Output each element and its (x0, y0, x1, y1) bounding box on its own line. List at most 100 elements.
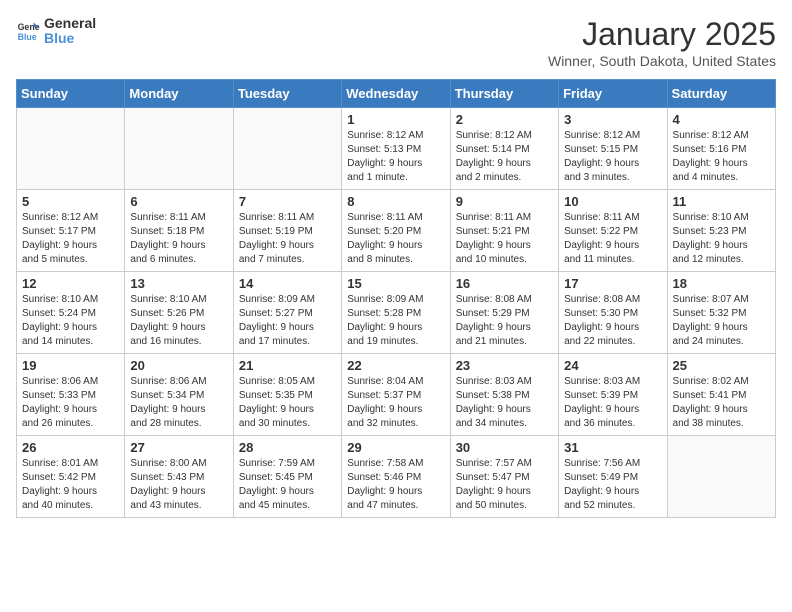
day-number: 7 (239, 194, 336, 209)
calendar-week-row: 12 Sunrise: 8:10 AM Sunset: 5:24 PM Dayli… (17, 272, 776, 354)
logo-blue: Blue (44, 31, 96, 46)
day-number: 28 (239, 440, 336, 455)
calendar-day-cell: 10Sunrise: 8:11 AM Sunset: 5:22 PM Dayli… (559, 190, 667, 272)
day-number: 14 (239, 276, 336, 291)
day-info: Sunrise: 8:08 AM Sunset: 5:30 PM Dayligh… (564, 293, 661, 349)
calendar-day-cell: 29Sunrise: 7:58 AM Sunset: 5:46 PM Dayli… (342, 436, 450, 518)
day-info: Sunrise: 8:11 AM Sunset: 5:18 PM Dayligh… (130, 211, 227, 267)
svg-text:Blue: Blue (18, 32, 37, 42)
day-info: Sunrise: 8:04 AM Sunset: 5:37 PM Dayligh… (347, 375, 444, 431)
day-info: Sunrise: 8:11 AM Sunset: 5:22 PM Dayligh… (564, 211, 661, 267)
weekday-header: Saturday (667, 80, 775, 108)
weekday-header-row: SundayMondayTuesdayWednesdayThursdayFrid… (17, 80, 776, 108)
day-number: 4 (673, 112, 770, 127)
weekday-header: Monday (125, 80, 233, 108)
calendar-day-cell: 11 Sunrise: 8:10 AM Sunset: 5:23 PM Dayli… (667, 190, 775, 272)
location: Winner, South Dakota, United States (548, 53, 776, 69)
calendar-day-cell (233, 108, 341, 190)
day-info: Sunrise: 8:01 AM Sunset: 5:42 PM Dayligh… (22, 457, 119, 513)
day-info: Sunrise: 8:11 AM Sunset: 5:21 PM Dayligh… (456, 211, 553, 267)
calendar-day-cell (17, 108, 125, 190)
weekday-header: Tuesday (233, 80, 341, 108)
day-info: Sunrise: 8:09 AM Sunset: 5:27 PM Dayligh… (239, 293, 336, 349)
page-header: General Blue General Blue January 2025 W… (16, 16, 776, 69)
calendar-day-cell: 3 Sunrise: 8:12 AM Sunset: 5:15 PM Daylig… (559, 108, 667, 190)
day-info: Sunrise: 8:11 AM Sunset: 5:19 PM Dayligh… (239, 211, 336, 267)
weekday-header: Thursday (450, 80, 558, 108)
day-info: Sunrise: 8:07 AM Sunset: 5:32 PM Dayligh… (673, 293, 770, 349)
calendar-day-cell: 9Sunrise: 8:11 AM Sunset: 5:21 PM Daylig… (450, 190, 558, 272)
calendar-day-cell: 21 Sunrise: 8:05 AM Sunset: 5:35 PM Dayli… (233, 354, 341, 436)
calendar-table: SundayMondayTuesdayWednesdayThursdayFrid… (16, 79, 776, 518)
calendar-day-cell: 19Sunrise: 8:06 AM Sunset: 5:33 PM Dayli… (17, 354, 125, 436)
day-info: Sunrise: 8:03 AM Sunset: 5:39 PM Dayligh… (564, 375, 661, 431)
calendar-week-row: 5 Sunrise: 8:12 AM Sunset: 5:17 PM Daylig… (17, 190, 776, 272)
calendar-day-cell: 27 Sunrise: 8:00 AM Sunset: 5:43 PM Dayli… (125, 436, 233, 518)
day-number: 25 (673, 358, 770, 373)
svg-text:General: General (18, 23, 40, 33)
logo: General Blue General Blue (16, 16, 96, 47)
logo-icon: General Blue (16, 19, 40, 43)
day-info: Sunrise: 8:05 AM Sunset: 5:35 PM Dayligh… (239, 375, 336, 431)
day-number: 29 (347, 440, 444, 455)
day-info: Sunrise: 8:00 AM Sunset: 5:43 PM Dayligh… (130, 457, 227, 513)
day-number: 20 (130, 358, 227, 373)
calendar-day-cell: 2 Sunrise: 8:12 AM Sunset: 5:14 PM Daylig… (450, 108, 558, 190)
day-number: 2 (456, 112, 553, 127)
day-info: Sunrise: 8:12 AM Sunset: 5:16 PM Dayligh… (673, 129, 770, 185)
calendar-day-cell: 30 Sunrise: 7:57 AM Sunset: 5:47 PM Dayli… (450, 436, 558, 518)
weekday-header: Wednesday (342, 80, 450, 108)
calendar-day-cell: 8Sunrise: 8:11 AM Sunset: 5:20 PM Daylig… (342, 190, 450, 272)
day-info: Sunrise: 7:57 AM Sunset: 5:47 PM Dayligh… (456, 457, 553, 513)
calendar-day-cell: 22Sunrise: 8:04 AM Sunset: 5:37 PM Dayli… (342, 354, 450, 436)
calendar-day-cell: 23 Sunrise: 8:03 AM Sunset: 5:38 PM Dayli… (450, 354, 558, 436)
weekday-header: Sunday (17, 80, 125, 108)
day-info: Sunrise: 8:12 AM Sunset: 5:17 PM Dayligh… (22, 211, 119, 267)
day-info: Sunrise: 8:08 AM Sunset: 5:29 PM Dayligh… (456, 293, 553, 349)
day-number: 3 (564, 112, 661, 127)
day-info: Sunrise: 7:59 AM Sunset: 5:45 PM Dayligh… (239, 457, 336, 513)
day-number: 18 (673, 276, 770, 291)
day-number: 30 (456, 440, 553, 455)
calendar-day-cell: 18 Sunrise: 8:07 AM Sunset: 5:32 PM Dayli… (667, 272, 775, 354)
calendar-day-cell: 31 Sunrise: 7:56 AM Sunset: 5:49 PM Dayli… (559, 436, 667, 518)
calendar-day-cell: 17 Sunrise: 8:08 AM Sunset: 5:30 PM Dayli… (559, 272, 667, 354)
day-number: 23 (456, 358, 553, 373)
day-number: 27 (130, 440, 227, 455)
day-info: Sunrise: 8:10 AM Sunset: 5:23 PM Dayligh… (673, 211, 770, 267)
calendar-day-cell: 26Sunrise: 8:01 AM Sunset: 5:42 PM Dayli… (17, 436, 125, 518)
calendar-day-cell: 20 Sunrise: 8:06 AM Sunset: 5:34 PM Dayli… (125, 354, 233, 436)
day-number: 24 (564, 358, 661, 373)
day-info: Sunrise: 8:06 AM Sunset: 5:34 PM Dayligh… (130, 375, 227, 431)
day-number: 1 (347, 112, 444, 127)
day-info: Sunrise: 8:06 AM Sunset: 5:33 PM Dayligh… (22, 375, 119, 431)
day-info: Sunrise: 8:10 AM Sunset: 5:24 PM Dayligh… (22, 293, 119, 349)
day-info: Sunrise: 8:03 AM Sunset: 5:38 PM Dayligh… (456, 375, 553, 431)
calendar-day-cell: 24 Sunrise: 8:03 AM Sunset: 5:39 PM Dayli… (559, 354, 667, 436)
calendar-day-cell: 12 Sunrise: 8:10 AM Sunset: 5:24 PM Dayli… (17, 272, 125, 354)
day-number: 31 (564, 440, 661, 455)
day-number: 17 (564, 276, 661, 291)
day-number: 12 (22, 276, 119, 291)
calendar-week-row: 19Sunrise: 8:06 AM Sunset: 5:33 PM Dayli… (17, 354, 776, 436)
title-block: January 2025 Winner, South Dakota, Unite… (548, 16, 776, 69)
calendar-day-cell: 15Sunrise: 8:09 AM Sunset: 5:28 PM Dayli… (342, 272, 450, 354)
day-number: 6 (130, 194, 227, 209)
day-number: 5 (22, 194, 119, 209)
day-number: 15 (347, 276, 444, 291)
day-info: Sunrise: 8:12 AM Sunset: 5:13 PM Dayligh… (347, 129, 444, 185)
day-info: Sunrise: 8:11 AM Sunset: 5:20 PM Dayligh… (347, 211, 444, 267)
calendar-day-cell: 16Sunrise: 8:08 AM Sunset: 5:29 PM Dayli… (450, 272, 558, 354)
calendar-day-cell: 1 Sunrise: 8:12 AM Sunset: 5:13 PM Daylig… (342, 108, 450, 190)
calendar-day-cell: 14 Sunrise: 8:09 AM Sunset: 5:27 PM Dayli… (233, 272, 341, 354)
day-info: Sunrise: 8:12 AM Sunset: 5:14 PM Dayligh… (456, 129, 553, 185)
day-number: 21 (239, 358, 336, 373)
calendar-day-cell: 4 Sunrise: 8:12 AM Sunset: 5:16 PM Daylig… (667, 108, 775, 190)
weekday-header: Friday (559, 80, 667, 108)
calendar-day-cell: 25Sunrise: 8:02 AM Sunset: 5:41 PM Dayli… (667, 354, 775, 436)
calendar-day-cell: 6 Sunrise: 8:11 AM Sunset: 5:18 PM Daylig… (125, 190, 233, 272)
day-info: Sunrise: 8:12 AM Sunset: 5:15 PM Dayligh… (564, 129, 661, 185)
day-info: Sunrise: 7:56 AM Sunset: 5:49 PM Dayligh… (564, 457, 661, 513)
day-number: 11 (673, 194, 770, 209)
calendar-week-row: 1 Sunrise: 8:12 AM Sunset: 5:13 PM Daylig… (17, 108, 776, 190)
